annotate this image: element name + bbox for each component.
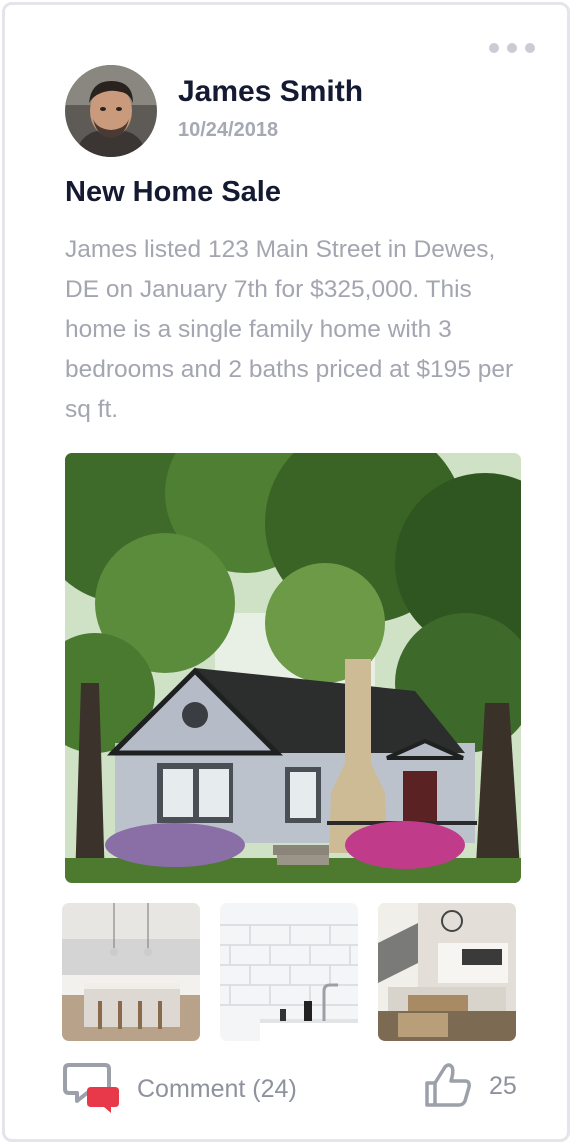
avatar[interactable]: [65, 65, 157, 157]
post-description: James listed 123 Main Street in Dewes, D…: [65, 236, 514, 423]
post-title: New Home Sale: [65, 176, 281, 208]
thumbs-up-icon: [423, 1061, 473, 1109]
comment-label: Comment (24): [137, 1075, 297, 1103]
more-options-icon[interactable]: [489, 43, 545, 57]
comment-bubbles-icon: [63, 1059, 123, 1115]
post-card: James Smith 10/24/2018 New Home Sale Jam…: [2, 2, 570, 1142]
thumbnail-living-room[interactable]: [378, 903, 516, 1041]
main-photo-house[interactable]: [65, 453, 521, 883]
author-name[interactable]: James Smith: [178, 75, 363, 109]
post-date: 10/24/2018: [178, 119, 279, 141]
like-button[interactable]: 25: [423, 1061, 533, 1111]
like-count: 25: [489, 1072, 517, 1100]
comment-button[interactable]: Comment (24): [63, 1059, 333, 1115]
thumbnail-bathroom[interactable]: [220, 903, 358, 1041]
thumbnail-kitchen[interactable]: [62, 903, 200, 1041]
